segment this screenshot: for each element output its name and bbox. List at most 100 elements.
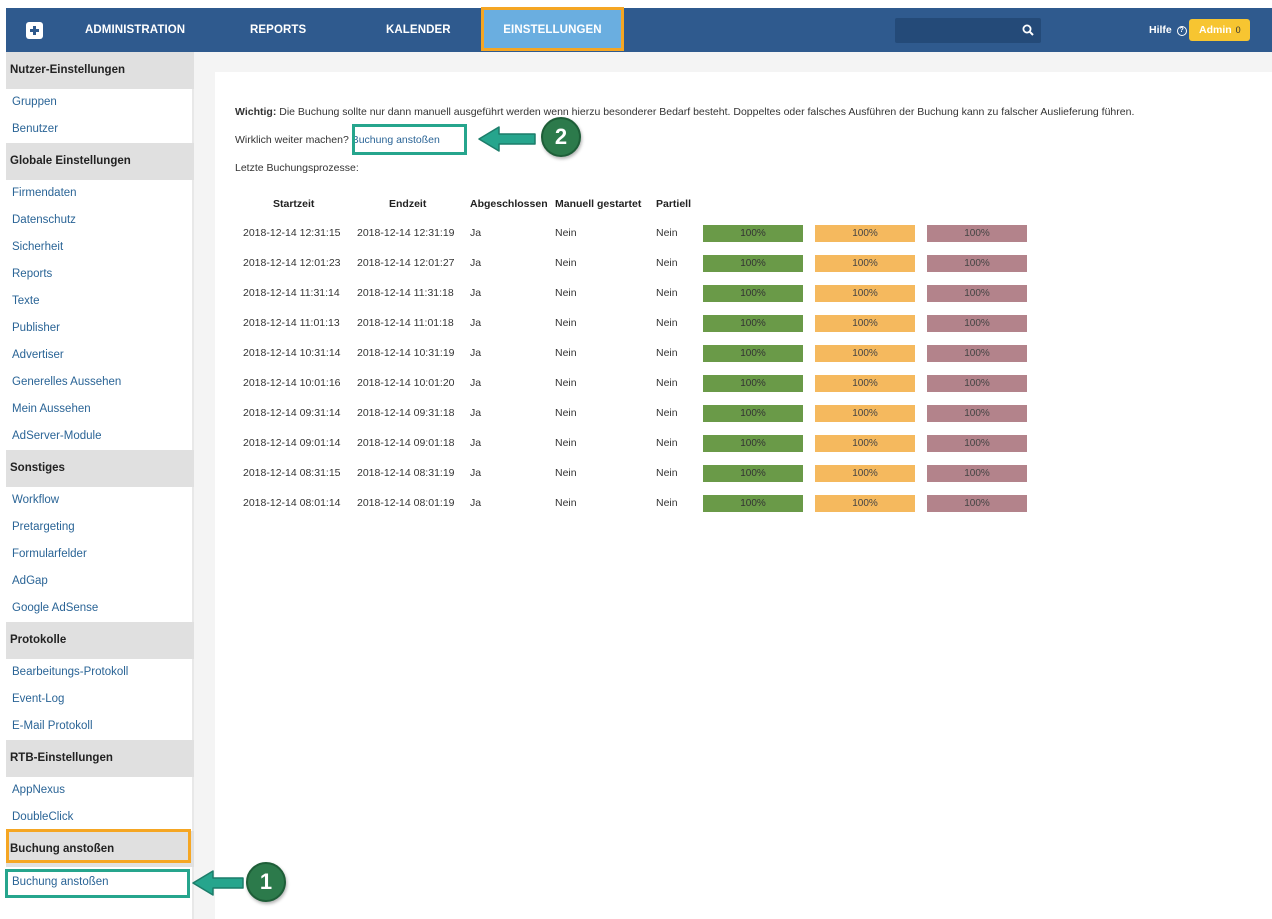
cell-partiell: Nein [656,467,678,479]
confirm-text: Wirklich weiter machen? [235,134,349,146]
progress-bar-green: 100% [703,375,803,392]
sidebar-item-pretargeting[interactable]: Pretargeting [12,514,75,541]
cell-abgeschlossen: Ja [470,287,482,299]
progress-bar-orange: 100% [815,495,915,512]
progress-bar-red: 100% [927,225,1027,242]
sidebar-item-formularfelder[interactable]: Formularfelder [12,541,87,568]
cell-endzeit: 2018-12-14 08:31:19 [357,467,455,479]
sidebar-item-generelles-aussehen[interactable]: Generelles Aussehen [12,369,121,396]
sidebar-section-sonstiges: Sonstiges [6,450,194,487]
cell-partiell: Nein [656,407,678,419]
sidebar-item-mein-aussehen[interactable]: Mein Aussehen [12,396,91,423]
cell-manuell: Nein [555,467,577,479]
sidebar-item-datenschutz[interactable]: Datenschutz [12,207,76,234]
cell-startzeit: 2018-12-14 08:01:14 [243,497,341,509]
highlight-buchung-link [352,124,467,155]
sidebar-item-email-protokoll[interactable]: E-Mail Protokoll [12,713,93,740]
sidebar-item-appnexus[interactable]: AppNexus [12,777,65,804]
progress-bar-green: 100% [703,285,803,302]
cell-abgeschlossen: Ja [470,377,482,389]
sidebar-section-global: Globale Einstellungen [6,143,194,180]
nav-administration[interactable]: ADMINISTRATION [85,8,185,52]
cell-partiell: Nein [656,317,678,329]
cell-startzeit: 2018-12-14 09:31:14 [243,407,341,419]
sidebar-item-reports[interactable]: Reports [12,261,52,288]
cell-endzeit: 2018-12-14 12:01:27 [357,257,455,269]
cell-startzeit: 2018-12-14 12:31:15 [243,227,341,239]
progress-bar-green: 100% [703,465,803,482]
sidebar-item-event-log[interactable]: Event-Log [12,686,64,713]
arrow-left-icon [478,126,536,152]
cell-startzeit: 2018-12-14 08:31:15 [243,467,341,479]
progress-bar-green: 100% [703,255,803,272]
sidebar-item-texte[interactable]: Texte [12,288,40,315]
cell-abgeschlossen: Ja [470,497,482,509]
cell-manuell: Nein [555,377,577,389]
warning-message: Wichtig: Die Buchung sollte nur dann man… [235,106,1134,118]
sidebar-item-publisher[interactable]: Publisher [12,315,60,342]
progress-bar-red: 100% [927,345,1027,362]
cell-abgeschlossen: Ja [470,467,482,479]
column-header-startzeit: Startzeit [273,198,315,210]
cell-manuell: Nein [555,407,577,419]
cell-partiell: Nein [656,287,678,299]
sidebar-item-firmendaten[interactable]: Firmendaten [12,180,77,207]
sidebar-item-gruppen[interactable]: Gruppen [12,89,57,116]
progress-bar-green: 100% [703,315,803,332]
plus-square-icon[interactable] [26,22,43,39]
progress-bar-green: 100% [703,405,803,422]
sidebar-section-rtb: RTB-Einstellungen [6,740,194,777]
progress-bar-orange: 100% [815,225,915,242]
sidebar-section-protokolle: Protokolle [6,622,194,659]
progress-bar-red: 100% [927,375,1027,392]
highlight-sidebar-buchung-link [5,869,190,898]
cell-abgeschlossen: Ja [470,437,482,449]
admin-menu-button[interactable]: Admin 0 [1189,19,1250,41]
sidebar-item-doubleclick[interactable]: DoubleClick [12,804,73,831]
cell-manuell: Nein [555,257,577,269]
nav-reports[interactable]: REPORTS [250,8,306,52]
progress-bar-orange: 100% [815,405,915,422]
sidebar-item-bearbeitungs-protokoll[interactable]: Bearbeitungs-Protokoll [12,659,128,686]
progress-bar-red: 100% [927,405,1027,422]
progress-bar-green: 100% [703,435,803,452]
progress-bar-orange: 100% [815,435,915,452]
column-header-abgeschlossen: Abgeschlossen [470,198,548,210]
progress-bar-red: 100% [927,315,1027,332]
cell-manuell: Nein [555,437,577,449]
progress-bar-red: 100% [927,495,1027,512]
question-circle-icon: ? [1176,26,1187,36]
progress-bar-orange: 100% [815,375,915,392]
sidebar-item-google-adsense[interactable]: Google AdSense [12,595,98,622]
progress-bar-red: 100% [927,255,1027,272]
progress-bar-orange: 100% [815,255,915,272]
sidebar-item-adgap[interactable]: AdGap [12,568,48,595]
sidebar-item-advertiser[interactable]: Advertiser [12,342,64,369]
help-label: Hilfe [1149,24,1172,36]
cell-manuell: Nein [555,347,577,359]
cell-endzeit: 2018-12-14 11:01:18 [357,317,454,329]
progress-bar-orange: 100% [815,285,915,302]
help-link[interactable]: Hilfe ? [1149,8,1187,52]
cell-abgeschlossen: Ja [470,347,482,359]
progress-bar-orange: 100% [815,315,915,332]
warning-label: Wichtig: [235,106,277,118]
search-icon[interactable] [1022,24,1034,36]
cell-partiell: Nein [656,437,678,449]
highlight-section-buchung [6,829,191,863]
sidebar-item-adserver-module[interactable]: AdServer-Module [12,423,101,450]
progress-bar-red: 100% [927,435,1027,452]
cell-manuell: Nein [555,317,577,329]
cell-abgeschlossen: Ja [470,227,482,239]
search-input[interactable] [895,18,1041,43]
nav-kalender[interactable]: KALENDER [386,8,451,52]
step-1-marker: 1 [246,862,286,902]
cell-endzeit: 2018-12-14 08:01:19 [357,497,455,509]
nav-einstellungen[interactable]: EINSTELLUNGEN [481,7,624,51]
sidebar-item-benutzer[interactable]: Benutzer [12,116,58,143]
progress-bar-red: 100% [927,465,1027,482]
cell-manuell: Nein [555,227,577,239]
sidebar-item-sicherheit[interactable]: Sicherheit [12,234,63,261]
sidebar-item-workflow[interactable]: Workflow [12,487,59,514]
cell-manuell: Nein [555,287,577,299]
